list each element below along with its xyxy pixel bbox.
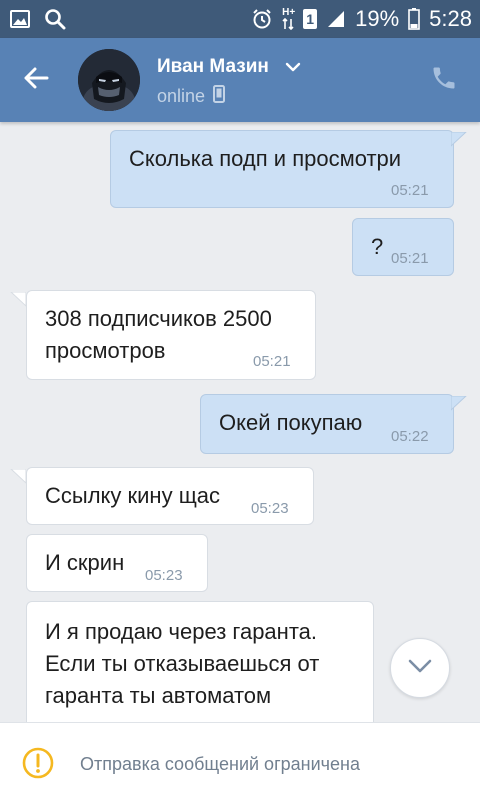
message-line: И я продаю через гаранта. (45, 619, 317, 644)
outgoing-message[interactable]: ? 05:21 (352, 218, 454, 276)
bubble-tail (10, 469, 26, 484)
message-line: Если ты отказываешься от (45, 651, 320, 676)
call-button[interactable] (422, 60, 466, 100)
message-text: И скрин (45, 550, 125, 575)
bubble-tail (451, 396, 467, 411)
message-time: 05:22 (391, 428, 429, 445)
phone-icon (430, 64, 458, 97)
chat-header: Иван Мазин online (0, 38, 480, 122)
data-arrows-icon: H+ (282, 8, 295, 30)
mobile-device-icon (213, 85, 226, 108)
message-time: 05:23 (251, 500, 289, 517)
outgoing-message[interactable]: Сколька подп и просмотри 05:21 (110, 130, 454, 208)
message-time: 05:21 (253, 353, 291, 370)
contact-status: online (157, 85, 226, 108)
battery-percent: 19% (355, 6, 400, 31)
alarm-icon (251, 8, 273, 30)
message-time: 05:21 (391, 182, 429, 199)
bubble-tail (10, 292, 26, 307)
message-line: гаранта ты автоматом (45, 683, 272, 708)
clock: 5:28 (429, 6, 472, 31)
sim-badge: 1 (303, 9, 318, 29)
message-list[interactable]: Сколька подп и просмотри 05:21 ? 05:21 3… (0, 122, 480, 722)
signal-icon (326, 9, 346, 29)
message-line: 308 подписчиков 2500 (45, 306, 272, 331)
incoming-message[interactable]: И скрин 05:23 (26, 534, 208, 592)
message-text: Сколька подп и просмотри (129, 146, 402, 171)
battery-icon (408, 8, 420, 30)
scroll-to-bottom-button[interactable] (390, 638, 450, 698)
message-text: И я продаю через гаранта. Если ты отказы… (45, 616, 319, 722)
online-status: online (157, 86, 206, 106)
warning-circle-icon (22, 747, 54, 779)
incoming-message[interactable]: 308 подписчиков 2500 просмотров 05:21 (26, 290, 316, 380)
gallery-icon (10, 10, 30, 28)
search-icon (44, 8, 66, 30)
incoming-message[interactable]: Ссылку кину щас 05:23 (26, 467, 314, 525)
back-button[interactable] (14, 58, 58, 102)
bubble-tail (451, 132, 467, 147)
message-time: 05:21 (391, 250, 429, 267)
notice-text: Отправка сообщений ограничена (80, 754, 360, 774)
message-text: 308 подписчиков 2500 просмотров (45, 303, 272, 367)
message-line: просмотров (45, 338, 166, 363)
messaging-restricted-notice: Отправка сообщений ограничена (0, 722, 480, 800)
chevron-down-icon[interactable] (284, 60, 302, 74)
status-bar: H+ 1 19% 5:28 (0, 0, 480, 38)
message-text: Окей покупаю (219, 410, 363, 435)
contact-name[interactable]: Иван Мазин (157, 56, 269, 78)
avatar[interactable] (78, 49, 140, 111)
chevron-down-icon (407, 658, 433, 679)
incoming-message[interactable]: И я продаю через гаранта. Если ты отказы… (26, 601, 374, 722)
message-line: мошенник (45, 712, 319, 722)
outgoing-message[interactable]: Окей покупаю 05:22 (200, 394, 454, 454)
message-text: ? (371, 234, 384, 259)
message-time: 05:23 (145, 567, 183, 584)
message-text: Ссылку кину щас (45, 483, 221, 508)
back-arrow-icon (23, 67, 49, 94)
